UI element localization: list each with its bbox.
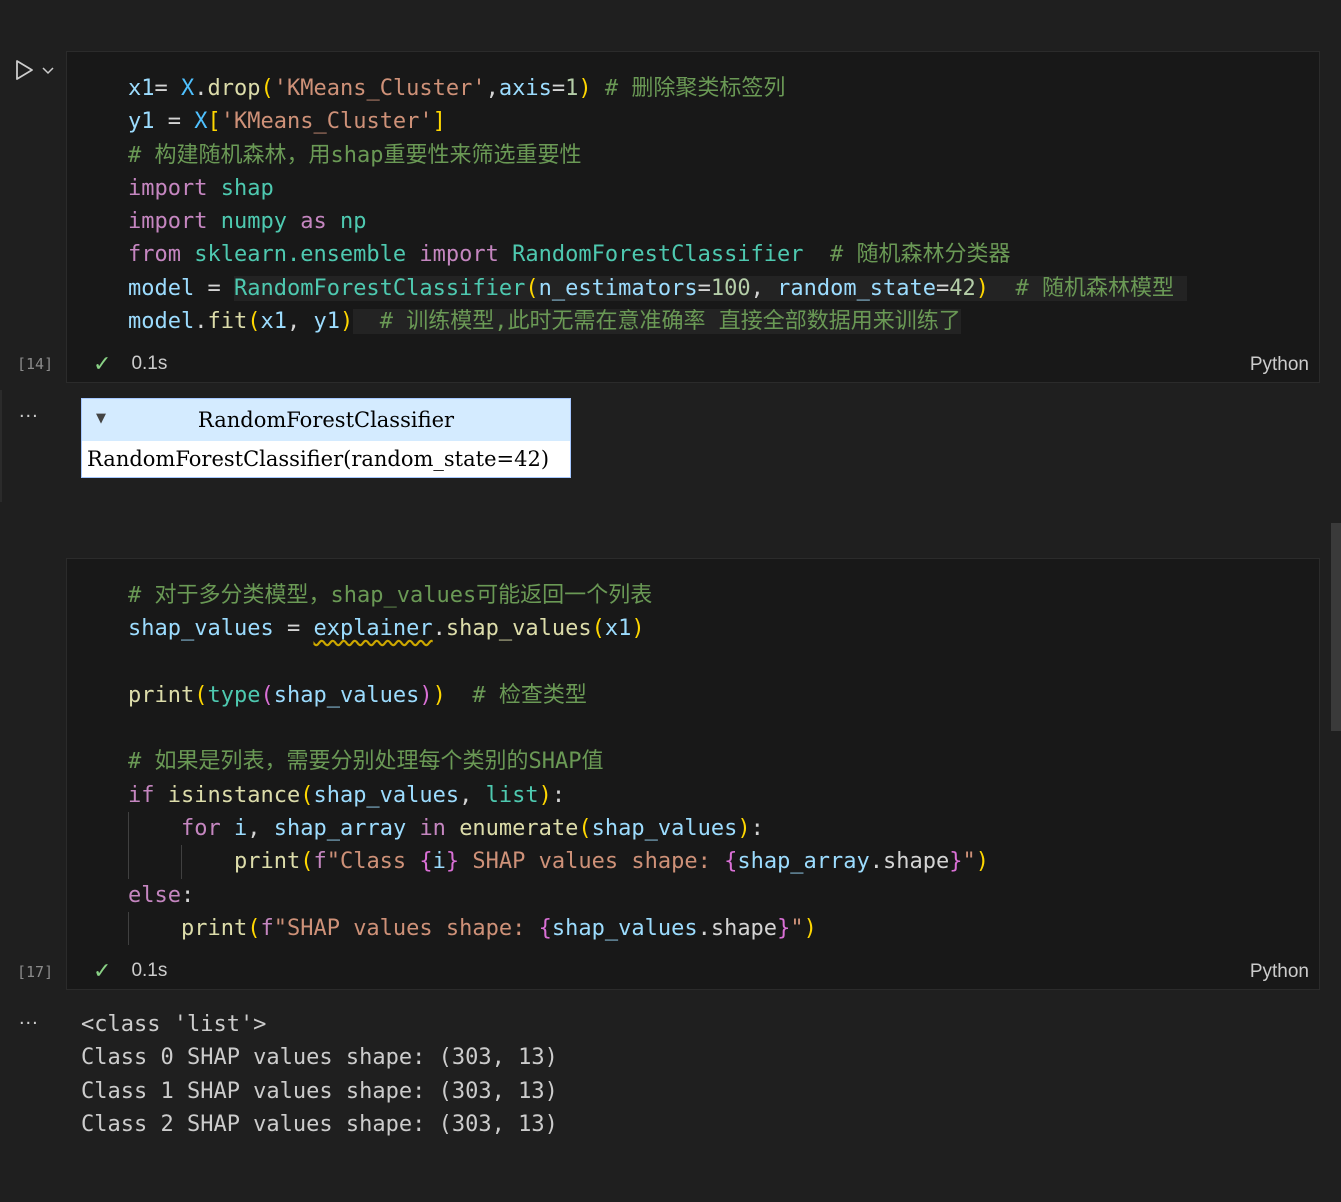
chevron-down-icon[interactable] xyxy=(40,62,56,78)
check-icon: ✓ xyxy=(93,351,112,376)
code-editor-1[interactable]: x1= X.drop('KMeans_Cluster',axis=1) # 删除… xyxy=(128,72,1188,338)
code-line: import shap xyxy=(128,175,274,201)
output-line: Class 1 SHAP values shape: (303, 13) xyxy=(81,1078,558,1104)
execution-count: [14] xyxy=(17,355,54,373)
output-focus-bar xyxy=(0,390,2,502)
output-line: Class 0 SHAP values shape: (303, 13) xyxy=(81,1045,558,1071)
code-line: print(type(shap_values)) # 检查类型 xyxy=(128,682,587,708)
run-cell-button[interactable] xyxy=(12,57,58,83)
cell-status: ✓ 0.1s xyxy=(93,957,167,985)
code-line: x1= X.drop('KMeans_Cluster',axis=1) # 删除… xyxy=(128,76,786,101)
vertical-scrollbar[interactable] xyxy=(1331,523,1341,731)
code-line: print(f"Class {i} SHAP values shape: {sh… xyxy=(128,845,989,879)
run-icon[interactable] xyxy=(12,58,36,82)
collapse-triangle-icon[interactable]: ▼ xyxy=(96,411,106,426)
code-editor-2[interactable]: # 对于多分类模型，shap_values可能返回一个列表 shap_value… xyxy=(128,579,989,946)
cell-status: ✓ 0.1s xyxy=(93,350,167,378)
code-line: y1 = X['KMeans_Cluster'] xyxy=(128,109,446,135)
code-line: model = RandomForestClassifier(n_estimat… xyxy=(128,275,1188,301)
output-line: Class 2 SHAP values shape: (303, 13) xyxy=(81,1111,558,1137)
execution-count: [17] xyxy=(17,963,54,981)
execution-time: 0.1s xyxy=(131,353,168,374)
estimator-title: RandomForestClassifier xyxy=(197,408,455,432)
code-line: for i, shap_array in enumerate(shap_valu… xyxy=(128,812,989,846)
more-actions-icon[interactable]: ... xyxy=(19,400,39,423)
estimator-header[interactable]: ▼ RandomForestClassifier xyxy=(82,399,570,441)
code-line: print(f"SHAP values shape: {shap_values.… xyxy=(128,911,989,946)
estimator-repr: RandomForestClassifier(random_state=42) xyxy=(87,447,550,471)
code-line: model.fit(x1, y1) # 训练模型,此时无需在意准确率 直接全部数… xyxy=(128,309,961,335)
code-line: shap_values = explainer.shap_values(x1) xyxy=(128,616,645,642)
output-line: <class 'list'> xyxy=(81,1012,267,1037)
estimator-widget[interactable]: ▼ RandomForestClassifier RandomForestCla… xyxy=(81,398,571,478)
code-line: # 对于多分类模型，shap_values可能返回一个列表 xyxy=(128,583,653,608)
code-cell-1[interactable]: x1= X.drop('KMeans_Cluster',axis=1) # 删除… xyxy=(66,51,1320,383)
code-line: else: xyxy=(128,882,195,908)
code-line: import numpy as np xyxy=(128,209,367,235)
more-actions-icon[interactable]: ... xyxy=(19,1007,39,1030)
code-line: # 构建随机森林，用shap重要性来筛选重要性 xyxy=(128,142,582,168)
code-cell-2[interactable]: # 对于多分类模型，shap_values可能返回一个列表 shap_value… xyxy=(66,558,1320,990)
language-indicator[interactable]: Python xyxy=(1250,354,1309,376)
code-line: if isinstance(shap_values, list): xyxy=(128,782,566,808)
code-line: # 如果是列表，需要分别处理每个类别的SHAP值 xyxy=(128,749,604,775)
language-indicator[interactable]: Python xyxy=(1250,961,1309,983)
check-icon: ✓ xyxy=(93,958,112,983)
cell-output-2: <class 'list'> Class 0 SHAP values shape… xyxy=(81,1008,558,1141)
code-line: from sklearn.ensemble import RandomFores… xyxy=(128,242,1011,268)
execution-time: 0.1s xyxy=(131,960,168,981)
